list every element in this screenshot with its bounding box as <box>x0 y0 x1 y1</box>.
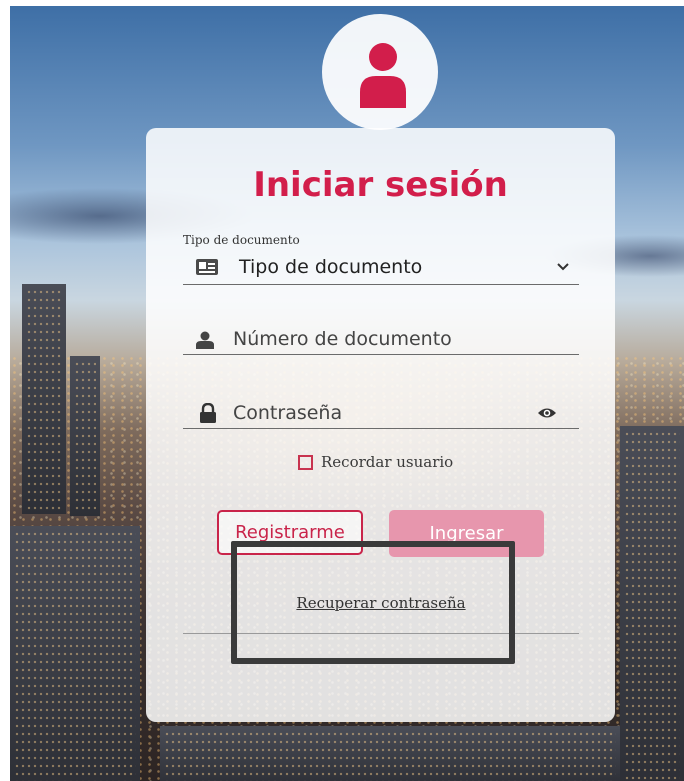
building-left-low <box>10 526 140 781</box>
highlight-annotation-box <box>231 541 515 664</box>
building-bottom <box>160 726 620 781</box>
eye-icon[interactable] <box>537 406 557 420</box>
id-card-icon <box>196 259 218 275</box>
document-number-input[interactable]: Número de documento <box>183 325 579 355</box>
skyscraper-left <box>22 284 66 514</box>
page-title: Iniciar sesión <box>253 165 508 205</box>
building-right <box>620 426 684 781</box>
remember-user-checkbox[interactable] <box>298 454 313 470</box>
lock-icon <box>200 403 216 423</box>
remember-user-label: Recordar usuario <box>321 453 454 471</box>
document-type-value: Tipo de documento <box>239 256 423 278</box>
document-number-placeholder: Número de documento <box>233 328 452 350</box>
password-placeholder: Contraseña <box>233 402 343 424</box>
skyscraper-left-2 <box>70 356 100 516</box>
document-type-label: Tipo de documento <box>183 233 300 247</box>
remember-user-option[interactable]: Recordar usuario <box>298 453 453 471</box>
screenshot-frame: Iniciar sesión Tipo de documento Tipo de… <box>0 0 684 781</box>
password-input[interactable]: Contraseña <box>183 398 579 429</box>
chevron-down-icon <box>557 263 569 271</box>
document-type-select[interactable]: Tipo de documento <box>183 254 579 285</box>
user-icon <box>196 331 214 349</box>
user-icon <box>360 43 406 108</box>
